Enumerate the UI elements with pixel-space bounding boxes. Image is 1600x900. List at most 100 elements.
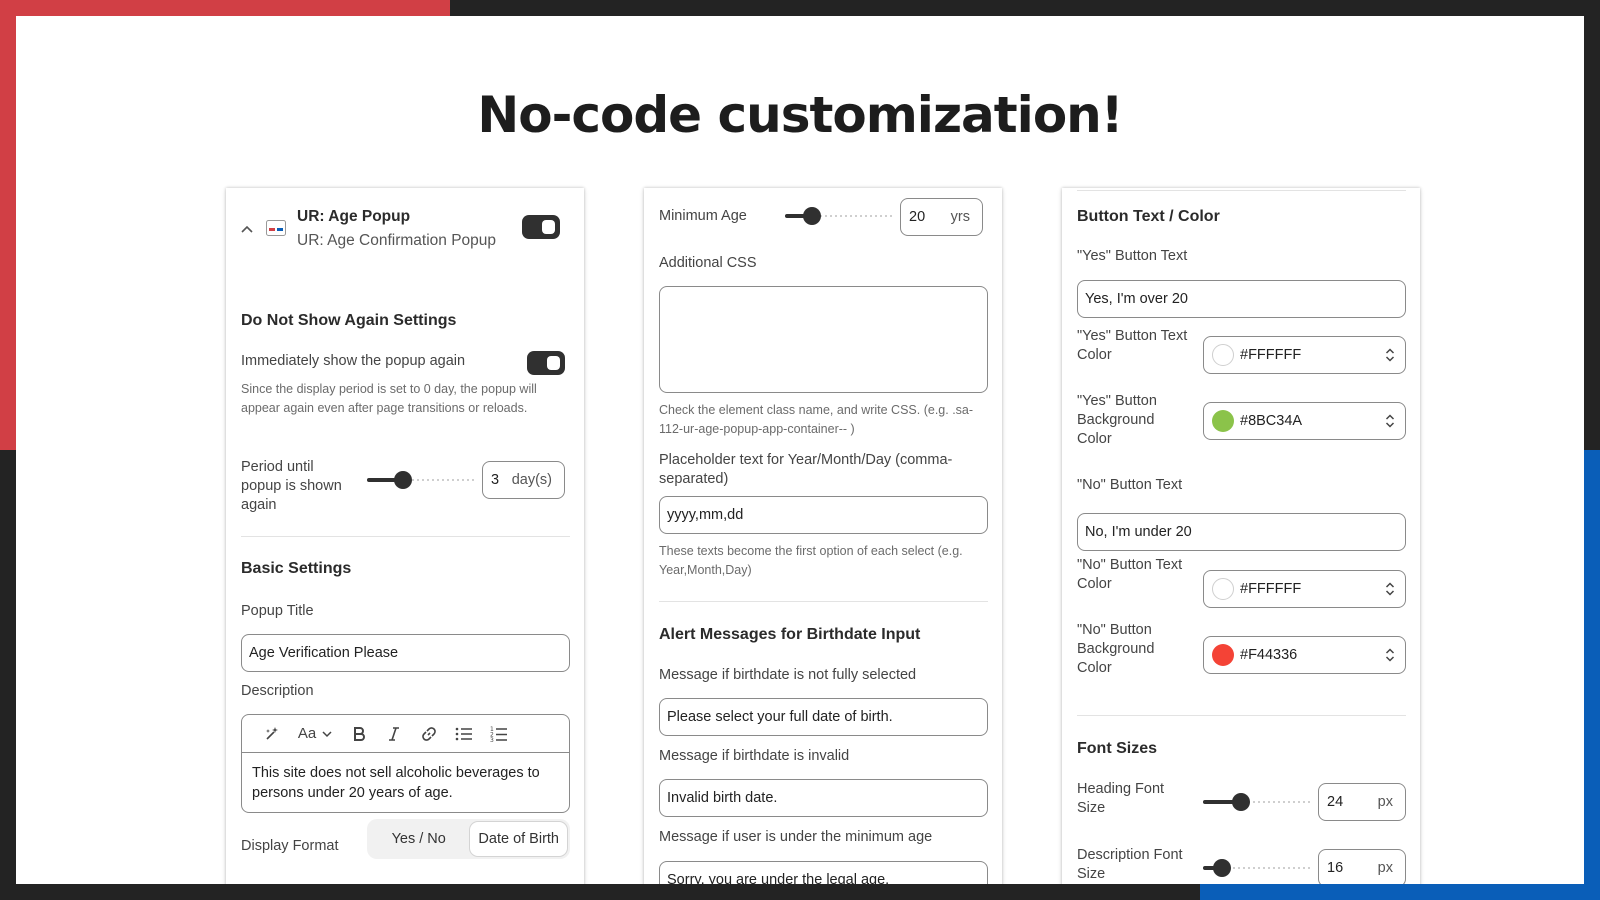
not-selected-value: Please select your full date of birth. [667, 709, 893, 725]
description-size-label: Description Font Size [1077, 847, 1183, 882]
slider-thumb[interactable] [1231, 793, 1250, 811]
description-size-value: 16 [1327, 860, 1344, 876]
button-text-color-title: Button Text / Color [1077, 208, 1220, 225]
divider [1077, 190, 1406, 191]
not-selected-label: Message if birthdate is not fully select… [659, 667, 917, 683]
min-age-slider[interactable] [785, 206, 893, 226]
magic-wand-icon[interactable] [254, 719, 289, 749]
chevron-up-down-icon[interactable] [1383, 346, 1397, 364]
display-format-date-of-birth[interactable]: Date of Birth [470, 822, 567, 856]
placeholder-input[interactable]: yyyy,mm,dd [659, 496, 988, 534]
yes-text-label: "Yes" Button Text [1077, 248, 1188, 264]
description-editor[interactable]: Aa 123 This site does not sell alcoholic… [241, 714, 570, 813]
settings-panel-left: UR: Age Popup UR: Age Confirmation Popup… [226, 188, 584, 884]
font-style-label: Aa [297, 725, 317, 742]
no-text-color-value: #FFFFFF [1240, 581, 1302, 597]
color-swatch [1212, 344, 1234, 366]
placeholder-value: yyyy,mm,dd [667, 507, 744, 523]
under-age-value: Sorry, you are under the legal age. [667, 872, 890, 884]
app-logo-icon [266, 220, 286, 240]
immediate-show-toggle[interactable] [527, 351, 565, 375]
app-subtitle: UR: Age Confirmation Popup [297, 232, 497, 249]
min-age-unit: yrs [950, 209, 970, 225]
description-size-input[interactable]: 16 px [1318, 849, 1406, 884]
chevron-up-down-icon[interactable] [1383, 646, 1397, 664]
yes-text-color-picker[interactable]: #FFFFFF [1203, 336, 1406, 374]
yes-bg-color-picker[interactable]: #8BC34A [1203, 402, 1406, 440]
period-value: 3 [491, 472, 500, 488]
link-icon[interactable] [411, 719, 446, 749]
bold-icon[interactable] [341, 719, 376, 749]
under-age-input[interactable]: Sorry, you are under the legal age. [659, 861, 988, 884]
yes-text-input[interactable]: Yes, I'm over 20 [1077, 280, 1406, 318]
chevron-up-down-icon[interactable] [1383, 580, 1397, 598]
heading-size-label: Heading Font Size [1077, 781, 1165, 816]
chevron-down-icon [322, 730, 332, 737]
invalid-value: Invalid birth date. [667, 790, 778, 806]
italic-icon[interactable] [376, 719, 411, 749]
no-text-input[interactable]: No, I'm under 20 [1077, 513, 1406, 551]
period-input[interactable]: 3 day(s) [482, 461, 565, 499]
settings-panel-middle: Minimum Age 20 yrs Additional CSS Check … [644, 188, 1002, 884]
additional-css-help: Check the element class name, and write … [659, 403, 974, 436]
popup-title-value: Age Verification Please [249, 645, 399, 661]
font-sizes-title: Font Sizes [1077, 740, 1158, 757]
period-slider[interactable] [367, 470, 475, 490]
popup-title-input[interactable]: Age Verification Please [241, 634, 570, 672]
font-style-dropdown[interactable]: Aa [289, 719, 341, 749]
no-text-color-picker[interactable]: #FFFFFF [1203, 570, 1406, 608]
settings-panel-right: Button Text / Color "Yes" Button Text Ye… [1062, 188, 1420, 884]
display-format-yes-no[interactable]: Yes / No [370, 822, 467, 856]
divider [241, 536, 570, 537]
bullet-list-icon[interactable] [446, 719, 481, 749]
slider-thumb[interactable] [393, 471, 412, 489]
slide-canvas: No-code customization! UR: Age Popup UR:… [16, 16, 1584, 884]
display-format-label: Display Format [241, 838, 339, 854]
under-age-label: Message if user is under the minimum age [659, 829, 933, 845]
app-enabled-toggle[interactable] [522, 215, 560, 239]
do-not-show-title: Do Not Show Again Settings [241, 312, 457, 329]
yes-bg-label: "Yes" Button Background Color [1077, 393, 1157, 447]
numbered-list-icon[interactable]: 123 [481, 719, 516, 749]
basic-settings-title: Basic Settings [241, 560, 352, 577]
immediate-show-help: Since the display period is set to 0 day… [241, 382, 537, 415]
yes-text-value: Yes, I'm over 20 [1085, 291, 1188, 307]
heading-size-value: 24 [1327, 794, 1344, 810]
no-bg-label: "No" Button Background Color [1077, 622, 1155, 676]
additional-css-textarea[interactable] [659, 286, 988, 393]
heading-size-input[interactable]: 24 px [1318, 783, 1406, 821]
description-size-slider[interactable] [1203, 858, 1311, 878]
editor-toolbar: Aa 123 [242, 715, 569, 753]
no-text-value: No, I'm under 20 [1085, 524, 1192, 540]
divider [659, 601, 988, 602]
description-label: Description [241, 683, 314, 699]
chevron-up-down-icon[interactable] [1383, 412, 1397, 430]
min-age-input[interactable]: 20 yrs [900, 198, 983, 236]
min-age-label: Minimum Age [659, 208, 747, 224]
placeholder-label: Placeholder text for Year/Month/Day (com… [659, 452, 953, 487]
no-bg-color-value: #F44336 [1240, 647, 1298, 663]
chevron-up-icon[interactable] [240, 222, 254, 238]
app-name: UR: Age Popup [297, 208, 411, 225]
heading-size-unit: px [1377, 794, 1393, 810]
min-age-value: 20 [909, 209, 926, 225]
headline: No-code customization! [477, 86, 1123, 144]
slider-thumb[interactable] [803, 207, 821, 225]
slider-thumb[interactable] [1213, 859, 1232, 877]
not-selected-input[interactable]: Please select your full date of birth. [659, 698, 988, 736]
popup-title-label: Popup Title [241, 603, 314, 619]
no-bg-color-picker[interactable]: #F44336 [1203, 636, 1406, 674]
yes-text-color-value: #FFFFFF [1240, 347, 1302, 363]
yes-bg-color-value: #8BC34A [1240, 413, 1303, 429]
additional-css-label: Additional CSS [659, 255, 757, 271]
no-text-color-label: "No" Button Text Color [1077, 557, 1183, 592]
no-text-label: "No" Button Text [1077, 477, 1183, 493]
color-swatch [1212, 578, 1234, 600]
heading-size-slider[interactable] [1203, 792, 1311, 812]
description-size-unit: px [1377, 860, 1393, 876]
period-unit: day(s) [511, 472, 552, 488]
invalid-label: Message if birthdate is invalid [659, 748, 850, 764]
yes-text-color-label: "Yes" Button Text Color [1077, 328, 1188, 363]
color-swatch [1212, 410, 1234, 432]
invalid-input[interactable]: Invalid birth date. [659, 779, 988, 817]
